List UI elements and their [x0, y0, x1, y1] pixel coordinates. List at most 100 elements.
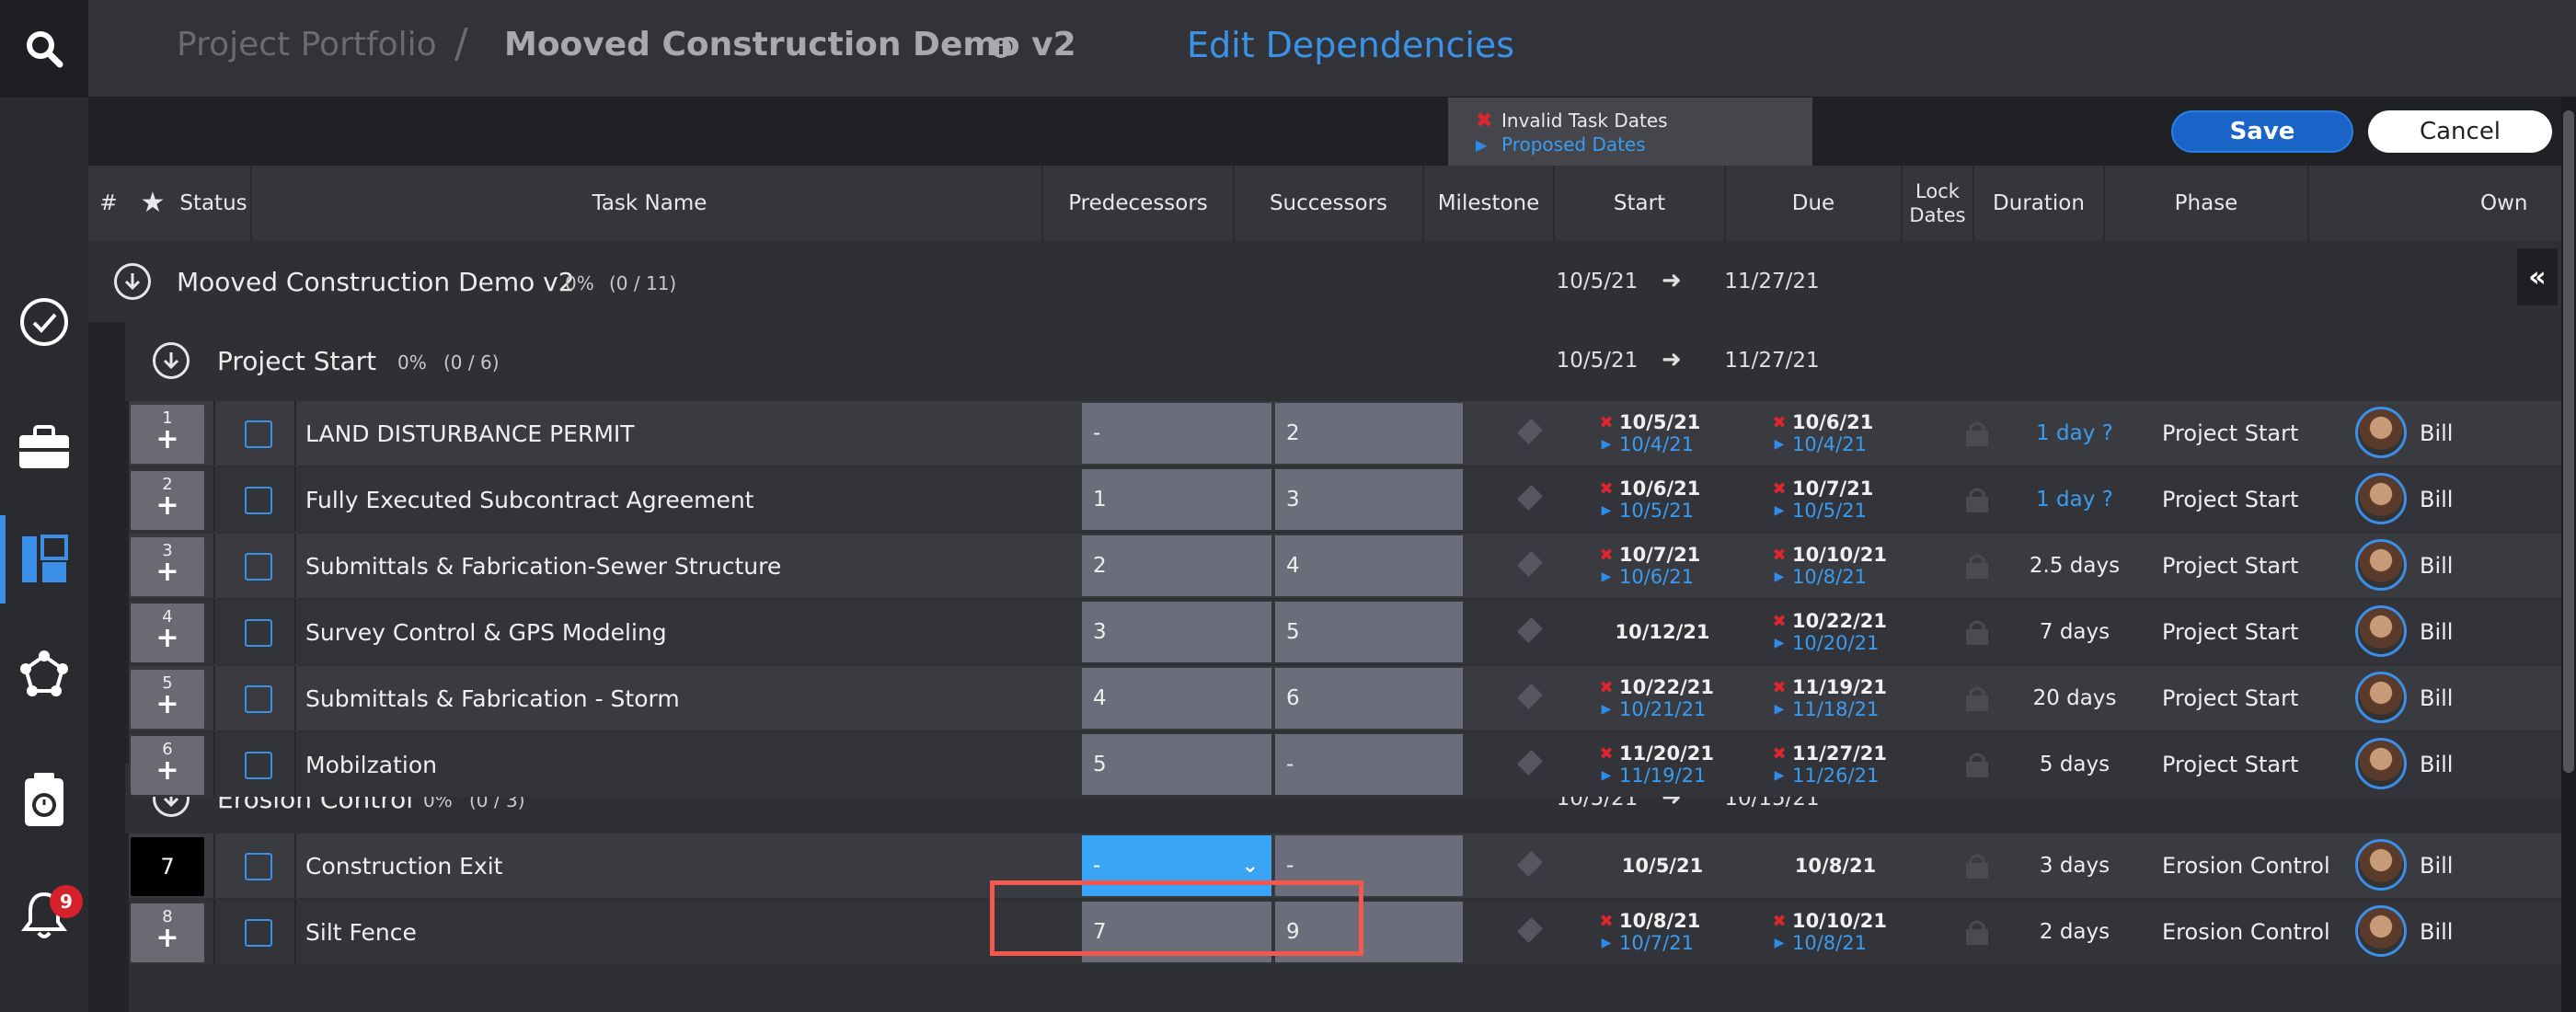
phase[interactable]: Project Start: [2162, 732, 2298, 797]
milestone-diamond-icon[interactable]: [1516, 418, 1544, 445]
due-cell-date[interactable]: ✖ 10/10/21 ▶ 10/8/21: [1766, 900, 1904, 964]
owner-avatar[interactable]: [2355, 473, 2407, 524]
predecessors-field[interactable]: 5: [1082, 734, 1271, 795]
task-row[interactable]: 7 Construction Exit - ⌄ - 10/5/21 10/8/21…: [129, 834, 2576, 898]
predecessors-select[interactable]: - ⌄: [1082, 835, 1271, 896]
task-name[interactable]: Construction Exit: [305, 834, 502, 898]
milestone-diamond-icon[interactable]: [1516, 749, 1544, 776]
row-number-button[interactable]: 6 +: [131, 736, 204, 795]
col-owner[interactable]: Own: [2480, 166, 2572, 241]
lock-icon[interactable]: [1963, 751, 1991, 778]
lock-icon[interactable]: [1963, 852, 1991, 880]
phase[interactable]: Erosion Control: [2162, 834, 2330, 898]
task-row[interactable]: 1 + LAND DISTURBANCE PERMIT - 2 ✖ 10/5/21…: [129, 401, 2576, 466]
phase[interactable]: Project Start: [2162, 534, 2298, 598]
task-name[interactable]: Submittals & Fabrication-Sewer Structure: [305, 534, 781, 598]
successors-field[interactable]: -: [1275, 734, 1463, 795]
save-button[interactable]: Save: [2171, 110, 2353, 153]
task-name[interactable]: Mobilzation: [305, 732, 437, 797]
col-milestone[interactable]: Milestone: [1424, 166, 1553, 241]
predecessors-field[interactable]: 2: [1082, 535, 1271, 596]
phase[interactable]: Project Start: [2162, 401, 2298, 466]
lock-icon[interactable]: [1963, 918, 1991, 946]
duration[interactable]: 3 days: [2006, 834, 2144, 898]
start-cell-date[interactable]: ✖ 11/20/21 ▶ 11/19/21: [1593, 732, 1731, 797]
search-button[interactable]: [0, 0, 88, 98]
duration[interactable]: 2 days: [2006, 900, 2144, 964]
col-successors[interactable]: Successors: [1235, 166, 1422, 241]
board-nav-button[interactable]: [13, 528, 75, 591]
status-checkbox[interactable]: [245, 619, 272, 647]
col-task-name[interactable]: Task Name: [254, 166, 1045, 241]
owner-avatar[interactable]: [2355, 839, 2407, 891]
start-cell-date[interactable]: ✖ 10/22/21 ▶ 10/21/21: [1593, 666, 1731, 730]
milestone-diamond-icon[interactable]: [1516, 550, 1544, 578]
status-checkbox[interactable]: [245, 420, 272, 448]
start-cell-date[interactable]: ✖ 10/8/21 ▶ 10/7/21: [1593, 900, 1731, 964]
phase[interactable]: Erosion Control: [2162, 900, 2330, 964]
lock-icon[interactable]: [1963, 420, 1991, 447]
col-star[interactable]: ★: [134, 166, 171, 241]
predecessors-field[interactable]: -: [1082, 403, 1271, 464]
phase[interactable]: Project Start: [2162, 600, 2298, 664]
timesheet-nav-button[interactable]: [13, 769, 75, 832]
task-name[interactable]: Fully Executed Subcontract Agreement: [305, 467, 754, 532]
due-cell-date[interactable]: 10/8/21: [1766, 834, 1904, 898]
duration[interactable]: 5 days: [2006, 732, 2144, 797]
predecessors-field[interactable]: 4: [1082, 668, 1271, 729]
duration[interactable]: 7 days: [2006, 600, 2144, 664]
info-icon[interactable]: [990, 37, 1012, 59]
col-due[interactable]: Due: [1726, 166, 1901, 241]
lock-icon[interactable]: [1963, 684, 1991, 712]
status-checkbox[interactable]: [245, 752, 272, 779]
collapse-arrow-icon[interactable]: [153, 342, 190, 379]
successors-field[interactable]: 5: [1275, 602, 1463, 662]
successors-field[interactable]: -: [1275, 835, 1463, 896]
phase[interactable]: Project Start: [2162, 666, 2298, 730]
successors-field[interactable]: 4: [1275, 535, 1463, 596]
lock-icon[interactable]: [1963, 552, 1991, 580]
due-cell-date[interactable]: ✖ 10/7/21 ▶ 10/5/21: [1766, 467, 1904, 532]
row-number-button[interactable]: 1 +: [131, 405, 204, 464]
col-duration[interactable]: Duration: [1974, 166, 2103, 241]
owner-avatar[interactable]: [2355, 539, 2407, 591]
status-checkbox[interactable]: [245, 487, 272, 514]
row-number-button[interactable]: 2 +: [131, 471, 204, 530]
task-row[interactable]: 8 + Silt Fence 7 9 ✖ 10/8/21 ▶ 10/7/21 ✖ 10…: [129, 900, 2576, 964]
status-checkbox[interactable]: [245, 853, 272, 880]
milestone-diamond-icon[interactable]: [1516, 916, 1544, 944]
collapse-arrow-icon[interactable]: [114, 263, 151, 300]
successors-field[interactable]: 9: [1275, 902, 1463, 962]
task-row[interactable]: 3 + Submittals & Fabrication-Sewer Struc…: [129, 534, 2576, 598]
duration[interactable]: 1 day ?: [2006, 467, 2144, 532]
due-cell-date[interactable]: ✖ 11/27/21 ▶ 11/26/21: [1766, 732, 1904, 797]
col-start[interactable]: Start: [1555, 166, 1724, 241]
task-row[interactable]: 6 + Mobilzation 5 - ✖ 11/20/21 ▶ 11/19/21 …: [129, 732, 2576, 797]
start-cell-date[interactable]: 10/12/21: [1593, 600, 1731, 664]
milestone-diamond-icon[interactable]: [1516, 484, 1544, 512]
duration[interactable]: 20 days: [2006, 666, 2144, 730]
successors-field[interactable]: 2: [1275, 403, 1463, 464]
task-row[interactable]: 4 + Survey Control & GPS Modeling 3 5 10…: [129, 600, 2576, 664]
tasks-nav-button[interactable]: [13, 291, 75, 353]
status-checkbox[interactable]: [245, 553, 272, 581]
task-row[interactable]: 5 + Submittals & Fabrication - Storm 4 6…: [129, 666, 2576, 730]
due-cell-date[interactable]: ✖ 10/22/21 ▶ 10/20/21: [1766, 600, 1904, 664]
start-cell-date[interactable]: ✖ 10/7/21 ▶ 10/6/21: [1593, 534, 1731, 598]
breadcrumb-portfolio[interactable]: Project Portfolio: [177, 26, 437, 63]
col-status[interactable]: Status: [177, 166, 250, 241]
milestone-diamond-icon[interactable]: [1516, 850, 1544, 878]
col-predecessors[interactable]: Predecessors: [1043, 166, 1233, 241]
portfolio-nav-button[interactable]: [13, 416, 75, 478]
successors-field[interactable]: 3: [1275, 469, 1463, 530]
row-number-button[interactable]: 5 +: [131, 670, 204, 729]
col-lock-dates[interactable]: Lock Dates: [1903, 166, 1972, 241]
due-cell-date[interactable]: ✖ 10/6/21 ▶ 10/4/21: [1766, 401, 1904, 466]
row-number-button[interactable]: 4 +: [131, 604, 204, 662]
task-name[interactable]: Survey Control & GPS Modeling: [305, 600, 667, 664]
lock-icon[interactable]: [1963, 618, 1991, 646]
row-number-button[interactable]: 3 +: [131, 537, 204, 596]
task-name[interactable]: Silt Fence: [305, 900, 417, 964]
milestone-diamond-icon[interactable]: [1516, 616, 1544, 644]
task-name[interactable]: Submittals & Fabrication - Storm: [305, 666, 680, 730]
